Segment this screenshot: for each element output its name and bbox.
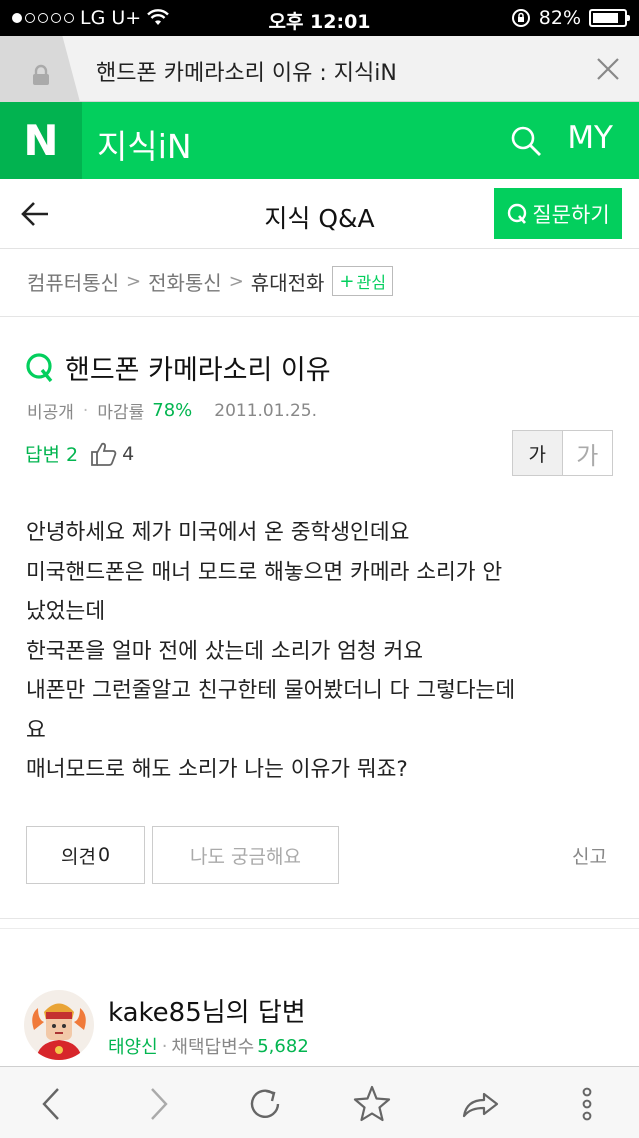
breadcrumb: 컴퓨터통신 > 전화통신 > 휴대전화 + 관심: [27, 266, 393, 296]
status-right: 82%: [511, 7, 630, 29]
naver-logo[interactable]: N: [0, 102, 82, 179]
question-q-icon: [26, 352, 53, 382]
divider: [0, 316, 639, 317]
opinion-button[interactable]: 의견 0: [26, 826, 145, 884]
body-line: 매너모드로 해도 소리가 나는 이유가 뭐죠?: [26, 757, 408, 782]
avatar[interactable]: [24, 990, 94, 1060]
status-bar: LG U+ 오후 12:01 82%: [0, 0, 639, 36]
answers-count[interactable]: 답변 2: [25, 440, 78, 467]
body-line: 났었는데: [26, 599, 106, 624]
battery-icon: [589, 9, 630, 27]
follow-label: 관심: [356, 273, 386, 292]
question-meta: 비공개 · 마감률 78% 2011.01.25.: [27, 398, 317, 423]
search-icon[interactable]: [509, 124, 543, 158]
body-line: 요: [26, 717, 46, 743]
question-title: 핸드폰 카메라소리 이유: [65, 355, 331, 386]
question-author: 비공개: [27, 403, 74, 423]
plus-icon: +: [339, 270, 355, 292]
bookmark-icon[interactable]: [352, 1084, 392, 1124]
ask-question-label: 질문하기: [532, 202, 610, 227]
body-line: 안녕하세요 제가 미국에서 온 중학생인데요: [26, 520, 410, 545]
question-stats: 답변 2 4: [25, 440, 134, 467]
body-line: 내폰만 그런줄알고 친구한테 물어봤더니 다 그렇다는데: [26, 678, 516, 703]
browser-toolbar: [0, 1066, 639, 1138]
rotation-lock-icon: [511, 9, 530, 27]
adopted-answers-label: 채택답변수: [171, 1037, 255, 1058]
answerer-name[interactable]: kake85님의 답변: [108, 992, 306, 1029]
opinion-label: 의견: [60, 845, 96, 868]
answerer-meta: 태양신 · 채택답변수 5,682: [108, 1033, 309, 1059]
ask-question-button[interactable]: 질문하기: [494, 188, 622, 239]
question-body: 안녕하세요 제가 미국에서 온 중학생인데요 미국핸드폰은 매너 모드로 해놓으…: [26, 513, 616, 790]
breadcrumb-item[interactable]: 컴퓨터통신: [27, 267, 119, 296]
browser-tab-bar: 핸드폰 카메라소리 이유 : 지식iN: [0, 36, 639, 102]
site-header: N 지식iN MY: [0, 102, 639, 179]
question-title-row: 핸드폰 카메라소리 이유: [25, 348, 331, 387]
close-icon[interactable]: [593, 54, 623, 84]
close-rate-value: 78%: [152, 400, 193, 421]
breadcrumb-separator: >: [228, 270, 244, 292]
sun-god-avatar-icon: [24, 990, 94, 1060]
section-divider: [0, 918, 639, 919]
close-rate-label: 마감률: [97, 403, 145, 423]
forward-icon[interactable]: [138, 1084, 178, 1124]
font-size-toggle: 가 가: [512, 430, 613, 476]
sub-header: 지식 Q&A 질문하기: [0, 179, 639, 249]
answerer-rank: 태양신: [108, 1037, 158, 1058]
tab-lock-area: [0, 36, 80, 102]
share-icon[interactable]: [460, 1084, 500, 1124]
font-large-button[interactable]: 가: [563, 431, 613, 475]
adopted-answers-count: 5,682: [257, 1035, 309, 1057]
lock-icon: [33, 64, 49, 85]
body-line: 한국폰을 얼마 전에 샀는데 소리가 엄청 커요: [26, 638, 424, 664]
meta-separator: ·: [161, 1035, 168, 1057]
me-too-curious-button[interactable]: 나도 궁금해요: [152, 826, 339, 884]
q-icon: [508, 203, 527, 224]
report-button[interactable]: 신고: [572, 842, 607, 869]
tab-title[interactable]: 핸드폰 카메라소리 이유 : 지식iN: [96, 55, 397, 87]
thumbs-up-icon[interactable]: [90, 441, 117, 467]
reload-icon[interactable]: [245, 1084, 285, 1124]
service-title[interactable]: 지식iN: [97, 120, 192, 168]
breadcrumb-separator: >: [126, 270, 142, 292]
breadcrumb-item[interactable]: 휴대전화: [251, 267, 325, 296]
meta-separator: ·: [82, 400, 89, 421]
my-button[interactable]: MY: [567, 120, 613, 156]
body-line: 미국핸드폰은 매너 모드로 해놓으면 카메라 소리가 안: [26, 559, 503, 585]
back-icon[interactable]: [32, 1084, 72, 1124]
font-small-button[interactable]: 가: [513, 431, 563, 475]
follow-category-button[interactable]: + 관심: [332, 266, 393, 296]
battery-percent: 82%: [538, 7, 581, 29]
breadcrumb-item[interactable]: 전화통신: [148, 267, 222, 296]
opinion-count: 0: [97, 844, 111, 866]
section-divider: [0, 928, 639, 929]
like-count: 4: [122, 442, 135, 465]
question-date: 2011.01.25.: [214, 400, 318, 421]
more-icon[interactable]: [567, 1084, 607, 1124]
